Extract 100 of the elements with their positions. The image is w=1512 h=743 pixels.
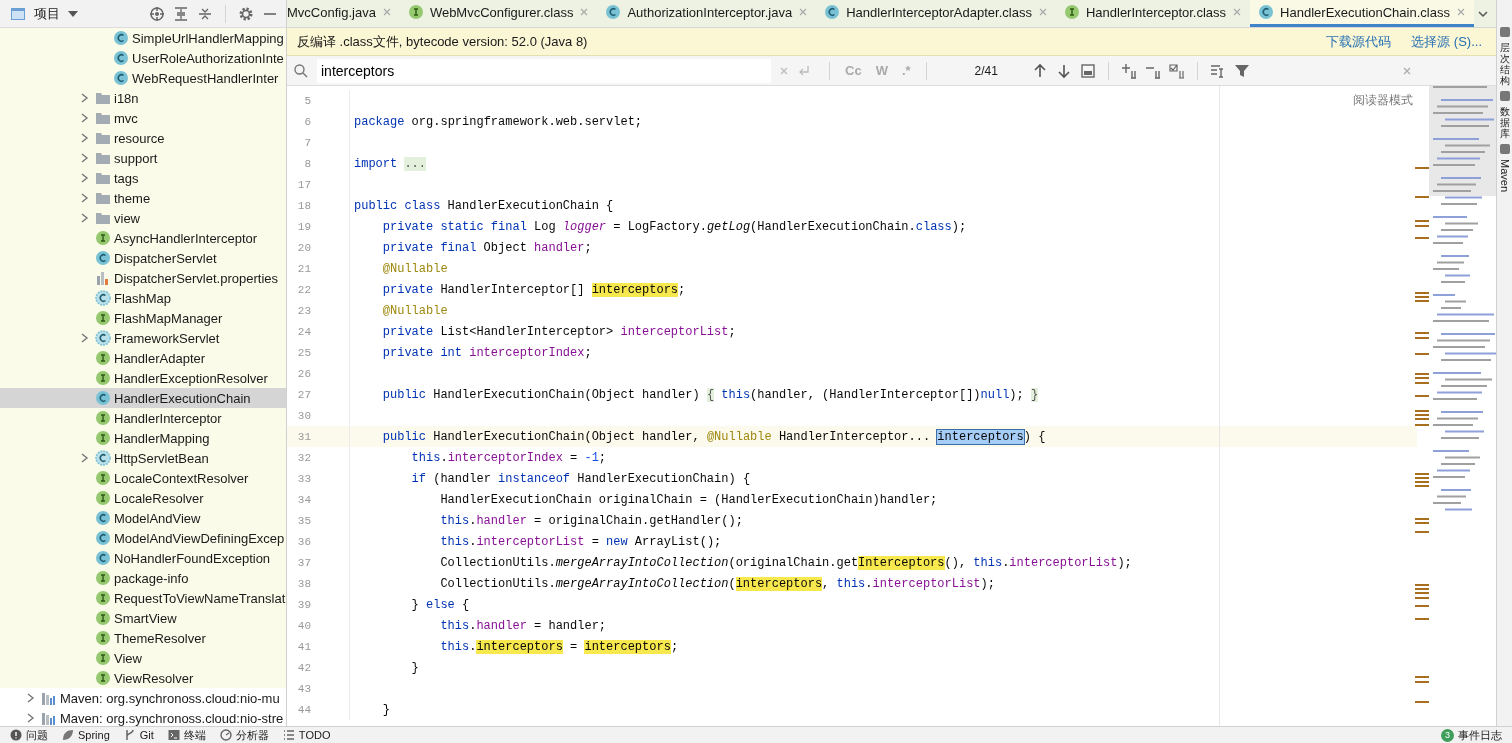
filter-lines-icon[interactable] [1209, 62, 1226, 79]
tool-window-button[interactable]: 层次结构 [1499, 42, 1510, 86]
chevron-icon[interactable] [81, 153, 89, 163]
tool-window-button[interactable]: 分析器 [235, 727, 269, 743]
interface-icon [95, 590, 111, 606]
tree-item[interactable]: ViewResolver [0, 668, 286, 688]
tree-item-label: WebRequestHandlerInter [132, 70, 279, 86]
tree-item[interactable]: FlashMapManager [0, 308, 286, 328]
tree-item[interactable]: AsyncHandlerInterceptor [0, 228, 286, 248]
editor-tab[interactable]: HandlerInterceptor.class [1055, 0, 1251, 27]
line-number: 35 [296, 514, 311, 527]
class-icon [824, 4, 841, 20]
editor-tab[interactable]: MvcConfig.java [287, 0, 400, 27]
add-occurrence-icon[interactable] [1120, 62, 1137, 79]
editor-tab[interactable]: HandlerExecutionChain.class [1250, 0, 1474, 27]
tree-item[interactable]: FlashMap [0, 288, 286, 308]
chevron-icon[interactable] [81, 173, 89, 183]
tree-item[interactable]: HandlerExceptionResolver [0, 368, 286, 388]
tree-item[interactable]: RequestToViewNameTranslat [0, 588, 286, 608]
line-number: 18 [296, 199, 311, 212]
window-icon[interactable] [1079, 62, 1096, 79]
alert-icon[interactable] [10, 729, 22, 741]
settings-icon[interactable] [238, 5, 254, 22]
library-icon [41, 690, 57, 706]
tree-item[interactable]: DispatcherServlet.properties [0, 268, 286, 288]
gauge-icon[interactable] [219, 729, 232, 741]
abstract-class-icon [95, 330, 111, 346]
interface-icon [95, 430, 111, 446]
tree-item[interactable]: SmartView [0, 608, 286, 628]
line-number: 17 [296, 178, 311, 191]
arrow-down-icon[interactable] [1055, 62, 1072, 79]
tree-item[interactable]: Maven: org.synchronoss.cloud:nio-mu [0, 688, 286, 708]
tool-window-button[interactable]: TODO [298, 729, 331, 741]
info-link[interactable]: 选择源 (S)... [1411, 32, 1482, 51]
tool-window-button[interactable]: Spring [78, 729, 110, 741]
tree-item-label: FlashMap [114, 290, 172, 306]
class-icon [95, 510, 111, 526]
chevron-icon[interactable] [81, 93, 89, 103]
code-line: private List<HandlerInterceptor> interceptorList; [381, 324, 736, 339]
tool-window-button[interactable]: Git [139, 729, 154, 741]
tree-item[interactable]: view [0, 208, 286, 228]
reader-mode-link[interactable]: 阅读器模式 [1353, 92, 1413, 109]
tree-item[interactable]: FrameworkServlet [0, 328, 286, 348]
expand-all-icon[interactable] [173, 5, 189, 22]
tree-item[interactable]: DispatcherServlet [0, 248, 286, 268]
tree-item[interactable]: ModelAndViewDefiningExcep [0, 528, 286, 548]
editor-tab[interactable]: AuthorizationInterceptor.java [597, 0, 817, 27]
tool-window-button[interactable]: 数据库 [1499, 106, 1510, 139]
editor-tab[interactable]: WebMvcConfigurer.class [399, 0, 598, 27]
close-icon[interactable] [1455, 7, 1466, 17]
locate-icon[interactable] [149, 5, 165, 22]
tree-item[interactable]: support [0, 148, 286, 168]
tree-item[interactable]: resource [0, 128, 286, 148]
leaf-icon[interactable] [62, 729, 74, 741]
tree-item[interactable]: theme [0, 188, 286, 208]
chevron-icon[interactable] [81, 213, 89, 223]
tree-item[interactable]: LocaleContextResolver [0, 468, 286, 488]
tree-item[interactable]: SimpleUrlHandlerMapping [0, 28, 286, 48]
chevron-icon[interactable] [81, 333, 89, 343]
filter-icon[interactable] [1233, 62, 1250, 79]
tab-label: WebMvcConfigurer.class [429, 4, 574, 20]
tree-item[interactable]: WebRequestHandlerInter [0, 68, 286, 88]
tree-item[interactable]: package-info [0, 568, 286, 588]
tree-item[interactable]: tags [0, 168, 286, 188]
folder-icon [95, 90, 111, 106]
tree-item[interactable]: i18n [0, 88, 286, 108]
chevron-icon[interactable] [81, 113, 89, 123]
tree-item[interactable]: HttpServletBean [0, 448, 286, 468]
chevron-icon[interactable] [81, 193, 89, 203]
tree-item[interactable]: HandlerInterceptor [0, 408, 286, 428]
tree-item-label: ViewResolver [114, 670, 194, 686]
event-log-button[interactable]: 事件日志 [1458, 727, 1502, 743]
tree-item[interactable]: HandlerMapping [0, 428, 286, 448]
close-icon[interactable] [1402, 65, 1412, 76]
tree-item[interactable]: ModelAndView [0, 508, 286, 528]
chevron-icon[interactable] [81, 133, 89, 143]
tree-item[interactable]: UserRoleAuthorizationInte [0, 48, 286, 68]
list-icon[interactable] [282, 729, 295, 741]
chevron-icon[interactable] [27, 693, 35, 703]
tree-item[interactable]: View [0, 648, 286, 668]
tree-item[interactable]: LocaleResolver [0, 488, 286, 508]
tree-item[interactable]: ThemeResolver [0, 628, 286, 648]
tree-item[interactable]: NoHandlerFoundException [0, 548, 286, 568]
tree-item[interactable]: HandlerExecutionChain [0, 388, 286, 408]
chevron-icon[interactable] [81, 453, 89, 463]
tree-item[interactable]: HandlerAdapter [0, 348, 286, 368]
tool-window-button[interactable]: Maven [1498, 159, 1511, 193]
terminal-icon[interactable] [167, 729, 180, 741]
info-link[interactable]: 下载源代码 [1326, 32, 1392, 51]
class-icon [95, 530, 111, 546]
chevron-icon[interactable] [27, 713, 35, 723]
select-all-occurrences-icon[interactable] [1168, 62, 1185, 79]
tree-item[interactable]: mvc [0, 108, 286, 128]
tree-item[interactable]: Maven: org.synchronoss.cloud:nio-stre [0, 708, 286, 726]
editor-tab[interactable]: HandlerInterceptorAdapter.class [816, 0, 1056, 27]
tool-window-button[interactable]: 问题 [26, 727, 48, 743]
branch-icon[interactable] [123, 729, 136, 741]
tool-window-button[interactable]: 终端 [183, 727, 206, 743]
dropdown-caret-icon[interactable] [68, 10, 78, 17]
search-field[interactable]: interceptors [317, 58, 771, 83]
